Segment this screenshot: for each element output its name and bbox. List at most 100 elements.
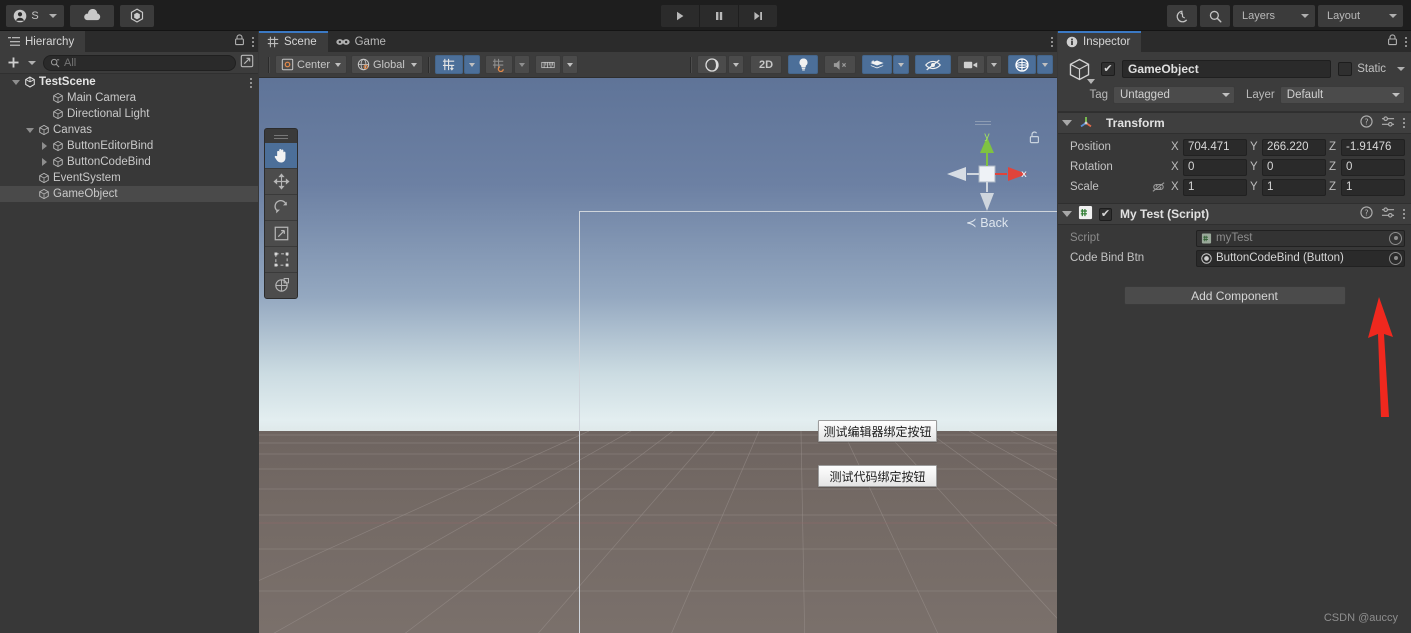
pause-button[interactable] bbox=[700, 5, 738, 27]
add-gameobject-button[interactable] bbox=[4, 54, 39, 71]
preset-icon[interactable] bbox=[1381, 115, 1395, 131]
expander-right-icon[interactable] bbox=[38, 158, 50, 166]
kebab-menu-icon[interactable] bbox=[1403, 118, 1405, 128]
gizmo-drag-handle[interactable] bbox=[975, 121, 991, 122]
script-component-header[interactable]: My Test (Script) ? bbox=[1058, 203, 1411, 225]
kebab-menu-icon[interactable] bbox=[250, 78, 252, 88]
kebab-menu-icon[interactable] bbox=[1405, 36, 1407, 47]
hierarchy-item-main-camera[interactable]: Main Camera bbox=[0, 90, 258, 106]
transform-tool[interactable] bbox=[265, 272, 297, 298]
scale-tool[interactable] bbox=[265, 220, 297, 246]
script-field-object-field[interactable]: ButtonCodeBind (Button) bbox=[1196, 249, 1405, 267]
fx-dropdown[interactable] bbox=[893, 55, 909, 74]
transform-position-x-field[interactable]: 704.471 bbox=[1183, 138, 1247, 156]
scene-view-gizmo[interactable]: y x ≺ Back bbox=[939, 121, 1040, 231]
gizmos-button[interactable] bbox=[1008, 55, 1036, 74]
kebab-menu-icon[interactable] bbox=[252, 36, 254, 47]
script-enabled-checkbox[interactable] bbox=[1099, 207, 1112, 221]
grid-snap-dropdown[interactable] bbox=[464, 55, 480, 74]
services-button[interactable] bbox=[120, 5, 154, 27]
ruler-dropdown[interactable] bbox=[562, 55, 578, 74]
hierarchy-item-directional-light[interactable]: Directional Light bbox=[0, 106, 258, 122]
ruler-button[interactable] bbox=[535, 55, 561, 74]
scene-camera-button[interactable] bbox=[957, 55, 985, 74]
transform-scale-x-field[interactable]: 1 bbox=[1183, 178, 1247, 196]
shading-mode-button[interactable] bbox=[697, 55, 727, 74]
expander-down-icon[interactable] bbox=[24, 127, 36, 133]
kebab-menu-icon[interactable] bbox=[1403, 209, 1405, 219]
object-picker-icon[interactable] bbox=[1389, 231, 1402, 245]
hierarchy-search-input[interactable] bbox=[64, 56, 229, 69]
hierarchy-search-box[interactable] bbox=[43, 54, 236, 71]
play-button[interactable] bbox=[661, 5, 699, 27]
hierarchy-item-buttoneditorbind[interactable]: ButtonEditorBind bbox=[0, 138, 258, 154]
rotate-tool[interactable] bbox=[265, 194, 297, 220]
hidden-objects-toggle[interactable] bbox=[915, 55, 951, 74]
search-filter-icon[interactable] bbox=[240, 54, 254, 71]
constrain-proportions-off-icon[interactable] bbox=[1148, 181, 1168, 193]
chevron-down-icon[interactable] bbox=[1397, 67, 1405, 71]
help-icon[interactable]: ? bbox=[1360, 206, 1373, 222]
grid-snap-button[interactable] bbox=[435, 55, 463, 74]
collapse-arrow-icon[interactable] bbox=[1062, 211, 1072, 217]
surface-snap-button[interactable] bbox=[485, 55, 513, 74]
transform-scale-y-field[interactable]: 1 bbox=[1262, 178, 1326, 196]
scene-lighting-toggle[interactable] bbox=[788, 55, 818, 74]
layer-dropdown[interactable]: Default bbox=[1279, 86, 1405, 104]
help-icon[interactable]: ? bbox=[1360, 115, 1373, 131]
gizmos-dropdown[interactable] bbox=[1037, 55, 1053, 74]
add-component-button[interactable]: Add Component bbox=[1123, 286, 1346, 305]
chevron-down-icon[interactable] bbox=[1087, 78, 1095, 84]
move-tool[interactable] bbox=[265, 168, 297, 194]
expander-down-icon[interactable] bbox=[10, 79, 22, 85]
view-2d-toggle[interactable]: 2D bbox=[750, 55, 782, 74]
handle-space-button[interactable]: Global bbox=[351, 55, 423, 74]
transform-component-header[interactable]: Transform ? bbox=[1058, 112, 1411, 134]
scene-audio-toggle[interactable] bbox=[824, 55, 856, 74]
preset-icon[interactable] bbox=[1381, 206, 1395, 222]
tab-scene[interactable]: Scene bbox=[259, 31, 328, 52]
transform-position-y-field[interactable]: 266.220 bbox=[1262, 138, 1326, 156]
lock-icon[interactable] bbox=[1387, 34, 1398, 49]
scene-fx-button[interactable] bbox=[862, 55, 892, 74]
search-button[interactable] bbox=[1200, 5, 1230, 27]
hierarchy-item-buttoncodebind[interactable]: ButtonCodeBind bbox=[0, 154, 258, 170]
history-button[interactable] bbox=[1167, 5, 1197, 27]
layout-dropdown[interactable]: Layout bbox=[1318, 5, 1403, 27]
transform-rotation-z-field[interactable]: 0 bbox=[1341, 158, 1405, 176]
pivot-mode-button[interactable]: Center bbox=[275, 55, 347, 74]
tag-dropdown[interactable]: Untagged bbox=[1113, 86, 1235, 104]
rect-tool[interactable] bbox=[265, 246, 297, 272]
object-enabled-checkbox[interactable] bbox=[1101, 62, 1115, 76]
shading-dropdown[interactable] bbox=[728, 55, 744, 74]
scene-viewport[interactable]: 测试编辑器绑定按钮 测试代码绑定按钮 y x ≺ Back bbox=[259, 78, 1057, 633]
static-checkbox[interactable] bbox=[1338, 62, 1353, 76]
step-button[interactable] bbox=[739, 5, 777, 27]
transform-rotation-y-field[interactable]: 0 bbox=[1262, 158, 1326, 176]
tab-hierarchy[interactable]: Hierarchy bbox=[0, 31, 86, 52]
hierarchy-item-testscene[interactable]: TestScene bbox=[0, 74, 258, 90]
kebab-menu-icon[interactable] bbox=[1051, 36, 1053, 47]
cloud-button[interactable] bbox=[70, 5, 114, 27]
transform-rotation-x-field[interactable]: 0 bbox=[1183, 158, 1247, 176]
hand-tool[interactable] bbox=[265, 142, 297, 168]
object-picker-icon[interactable] bbox=[1389, 251, 1402, 265]
hierarchy-item-canvas[interactable]: Canvas bbox=[0, 122, 258, 138]
gizmo-view-label[interactable]: ≺ Back bbox=[939, 215, 1035, 231]
tab-game[interactable]: Game bbox=[327, 31, 397, 52]
surface-snap-dropdown[interactable] bbox=[514, 55, 530, 74]
tool-palette-drag-handle[interactable] bbox=[265, 129, 297, 142]
gizmo-lock-button[interactable] bbox=[1028, 131, 1041, 148]
camera-dropdown[interactable] bbox=[986, 55, 1002, 74]
transform-position-z-field[interactable]: -1.91476 bbox=[1341, 138, 1405, 156]
expander-right-icon[interactable] bbox=[38, 142, 50, 150]
hierarchy-item-gameobject[interactable]: GameObject bbox=[0, 186, 258, 202]
hierarchy-item-eventsystem[interactable]: EventSystem bbox=[0, 170, 258, 186]
object-name-field[interactable]: GameObject bbox=[1122, 60, 1332, 78]
test-code-bind-button[interactable]: 测试代码绑定按钮 bbox=[818, 465, 937, 487]
lock-icon[interactable] bbox=[234, 34, 245, 49]
test-editor-bind-button[interactable]: 测试编辑器绑定按钮 bbox=[818, 420, 937, 442]
transform-scale-z-field[interactable]: 1 bbox=[1341, 178, 1405, 196]
collapse-arrow-icon[interactable] bbox=[1062, 120, 1072, 126]
account-button[interactable]: S bbox=[6, 5, 64, 27]
